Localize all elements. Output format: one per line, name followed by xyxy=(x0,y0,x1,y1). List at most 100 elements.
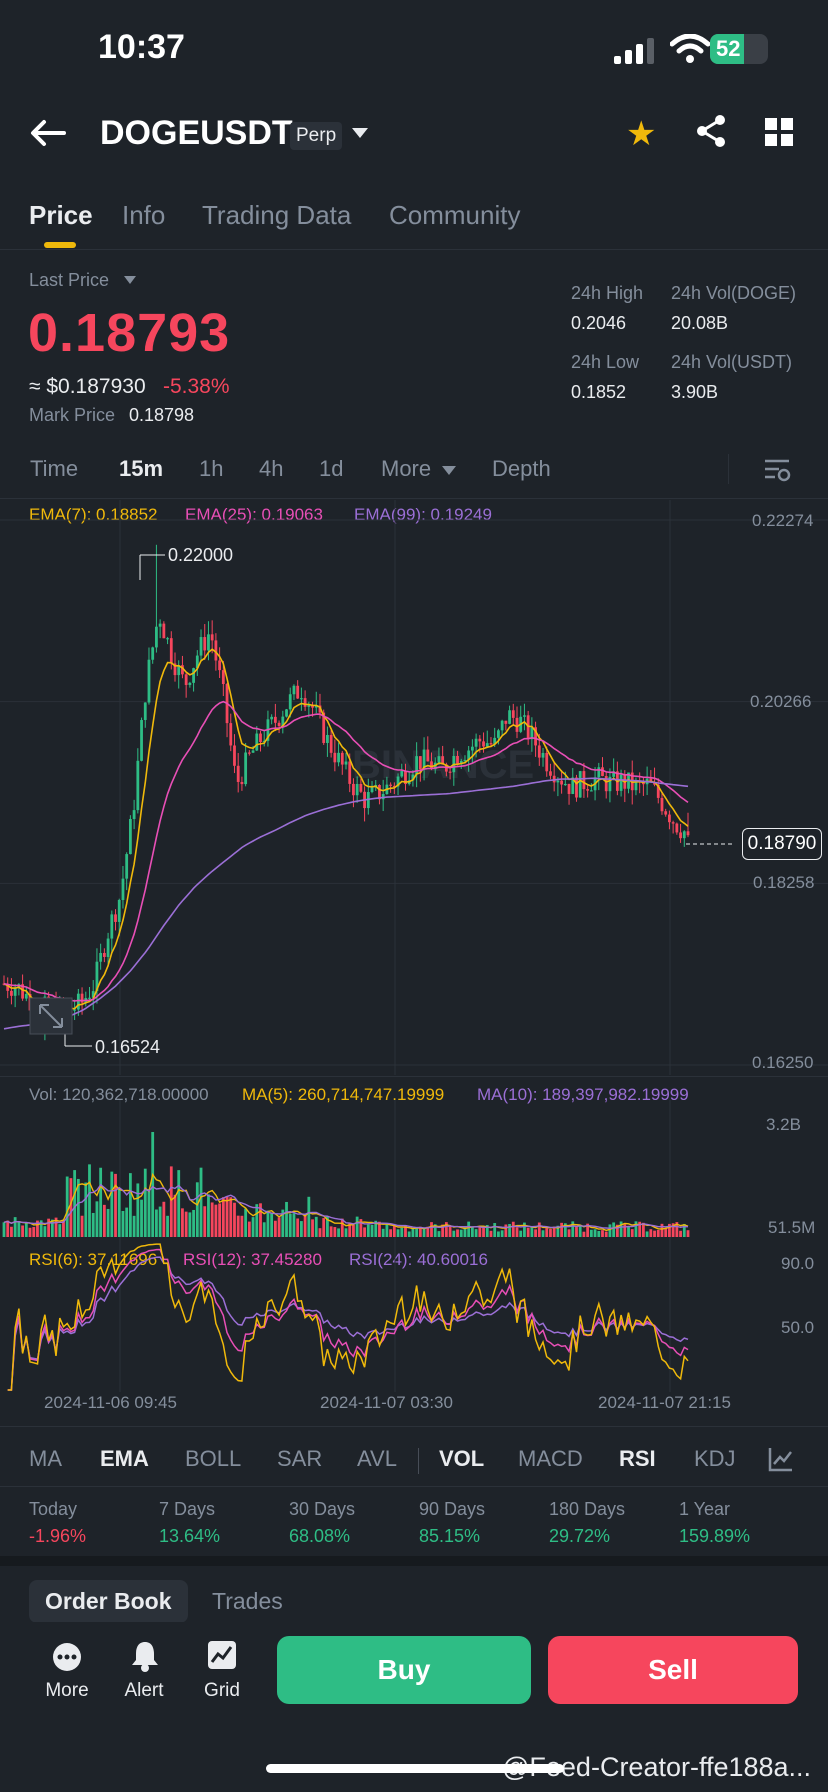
candle-body xyxy=(240,781,244,785)
indicator-chart-icon[interactable] xyxy=(768,1446,794,1472)
buy-button[interactable]: Buy xyxy=(277,1636,531,1704)
tf-1h[interactable]: 1h xyxy=(199,456,223,482)
candle-body xyxy=(255,733,259,751)
ind-ma[interactable]: MA xyxy=(29,1446,62,1472)
more-label[interactable]: More xyxy=(27,1680,107,1702)
candle-body xyxy=(355,783,359,796)
ind-macd[interactable]: MACD xyxy=(518,1446,583,1472)
chart-settings-icon[interactable] xyxy=(763,456,791,484)
alert-label[interactable]: Alert xyxy=(104,1680,184,1702)
home-indicator[interactable] xyxy=(266,1764,564,1773)
rsi24-line xyxy=(7,1256,689,1391)
ind-rsi[interactable]: RSI xyxy=(619,1446,656,1472)
volume-chart xyxy=(2,1100,690,1240)
volume-bar xyxy=(166,1215,169,1237)
share-icon[interactable] xyxy=(694,114,728,148)
tab-order-book[interactable]: Order Book xyxy=(29,1580,188,1623)
volume-bar xyxy=(288,1213,292,1237)
status-time: 10:37 xyxy=(98,28,185,66)
candle-body xyxy=(277,722,281,727)
candle-body xyxy=(597,767,601,778)
tf-time[interactable]: Time xyxy=(30,456,78,482)
symbol-title[interactable]: DOGEUSDT xyxy=(100,114,293,153)
ind-kdj[interactable]: KDJ xyxy=(694,1446,736,1472)
volume-bar xyxy=(422,1228,426,1237)
tab-info[interactable]: Info xyxy=(122,200,165,231)
vol-axis-label: 51.5M xyxy=(768,1218,816,1237)
perf-label: Today xyxy=(29,1499,78,1519)
volume-bar xyxy=(630,1229,634,1237)
tab-trades[interactable]: Trades xyxy=(212,1588,283,1615)
active-tab-indicator xyxy=(44,242,76,248)
tab-community[interactable]: Community xyxy=(389,200,520,231)
symbol-dropdown-icon[interactable] xyxy=(352,128,368,138)
more-dots-icon[interactable] xyxy=(52,1642,82,1672)
tf-more-caret-icon xyxy=(442,466,456,475)
candle-body xyxy=(541,752,545,758)
candle-body xyxy=(106,938,110,957)
candle-body xyxy=(523,715,526,717)
candle-body xyxy=(296,685,300,699)
volume-bar xyxy=(6,1220,10,1237)
divider xyxy=(0,1076,828,1077)
ind-avl[interactable]: AVL xyxy=(357,1446,397,1472)
last-price-label[interactable]: Last Price xyxy=(29,270,109,291)
grid-menu-icon[interactable] xyxy=(765,118,793,146)
candle-body xyxy=(675,823,679,833)
back-arrow-icon[interactable] xyxy=(28,118,68,148)
grid-label[interactable]: Grid xyxy=(182,1680,262,1702)
volume-bar xyxy=(645,1231,649,1237)
volume-bar xyxy=(519,1230,523,1237)
volume-bar xyxy=(80,1215,84,1237)
candle-body xyxy=(236,765,240,782)
volume-bar xyxy=(69,1178,73,1237)
tab-price[interactable]: Price xyxy=(29,200,93,231)
candle-body xyxy=(478,738,482,742)
favorite-star-icon[interactable]: ★ xyxy=(626,114,656,154)
tf-more[interactable]: More xyxy=(381,456,431,482)
tf-15m[interactable]: 15m xyxy=(119,456,163,482)
candle-body xyxy=(448,771,452,773)
ind-ema[interactable]: EMA xyxy=(100,1446,149,1472)
tf-depth[interactable]: Depth xyxy=(492,456,551,482)
last-price-dropdown-icon[interactable] xyxy=(124,276,136,284)
volume-bar xyxy=(478,1226,482,1237)
volume-bar xyxy=(411,1228,415,1237)
volume-bar xyxy=(515,1227,519,1237)
ind-vol[interactable]: VOL xyxy=(439,1446,484,1472)
volume-bar xyxy=(177,1170,181,1237)
candle-body xyxy=(192,668,195,683)
sell-button[interactable]: Sell xyxy=(548,1636,798,1704)
volume-bar xyxy=(102,1204,106,1237)
tf-separator xyxy=(728,454,729,484)
volume-bar xyxy=(653,1230,656,1237)
tab-trading-data[interactable]: Trading Data xyxy=(202,200,351,231)
tf-4h[interactable]: 4h xyxy=(259,456,283,482)
ind-sar[interactable]: SAR xyxy=(277,1446,322,1472)
candle-body xyxy=(136,760,140,811)
price-chart[interactable]: BINANCE xyxy=(0,500,828,1075)
volume-bar xyxy=(13,1217,17,1237)
signal-icon xyxy=(614,38,654,64)
volume-bar xyxy=(121,1210,125,1237)
volume-bar xyxy=(549,1229,552,1237)
high-annotation xyxy=(139,554,165,580)
rsi12-line xyxy=(7,1248,689,1391)
volume-bar xyxy=(664,1228,668,1237)
ind-kdj-clip: KDJ xyxy=(694,1436,740,1482)
ind-boll[interactable]: BOLL xyxy=(185,1446,241,1472)
alert-bell-icon[interactable] xyxy=(130,1640,160,1672)
volume-bar xyxy=(117,1187,121,1237)
time-axis-label: 2024-11-06 09:45 xyxy=(44,1393,177,1412)
rsi-axis-label: 90.0 xyxy=(781,1254,815,1273)
candle-body xyxy=(117,899,121,922)
volume-bar xyxy=(534,1229,537,1237)
volume-bar xyxy=(497,1231,500,1237)
ind-separator xyxy=(418,1448,419,1474)
tf-1d[interactable]: 1d xyxy=(319,456,343,482)
volume-bar xyxy=(363,1227,366,1237)
volume-bar xyxy=(366,1224,370,1237)
grid-bot-icon[interactable] xyxy=(207,1640,237,1670)
volume-bar xyxy=(147,1188,151,1237)
volume-bar xyxy=(10,1226,13,1237)
